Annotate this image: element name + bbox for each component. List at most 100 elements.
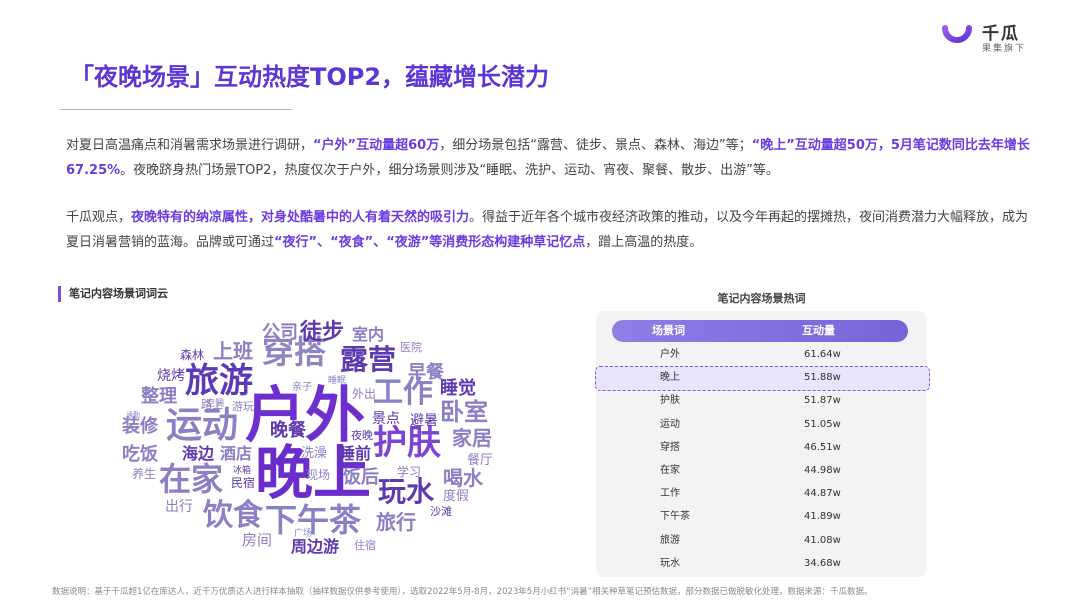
cloud-word: 旅行 (376, 510, 416, 534)
body-text: 千瓜观点， (66, 210, 132, 225)
cloud-word: 公司 (262, 322, 298, 343)
cell-scene-word: 玩水 (660, 557, 680, 569)
body-text: ，蹭上高温的热度。 (585, 235, 703, 250)
cloud-word: 避暑 (410, 413, 438, 429)
table-row: 工作 44.87w (596, 482, 927, 505)
paragraph-1: 对夏日高温痛点和消暑需求场景进行调研，“户外”互动量超60万，细分场景包括“露营… (66, 133, 1041, 183)
cloud-word: 餐厅 (467, 453, 494, 468)
table-row: 户外 61.64w (596, 343, 927, 366)
cell-scene-word: 护肤 (660, 395, 680, 407)
cloud-word: 装修 (122, 416, 158, 437)
cloud-word: 住宿 (354, 539, 376, 552)
brand-logo-mark-icon (942, 25, 972, 43)
highlight-text: “户外”互动量超60万 (313, 138, 440, 153)
body-text: 。夜晚跻身热门场景TOP2，热度仅次于户外，细分场景则涉及“睡眠、洗护、运动、宵… (120, 163, 779, 178)
cloud-word: 现场 (306, 468, 331, 482)
footnote: 数据说明：基于千瓜超1亿在库达人，近千万优质达人进行样本抽取（抽样数据仅供参考使… (52, 587, 873, 597)
cloud-word: 景点 (372, 411, 400, 427)
highlight-text: 夜晚特有的纳凉属性，对身处酷暑中的人有着天然的吸引力 (131, 210, 470, 225)
cloud-word: 在家 (159, 460, 224, 498)
table-row: 下午茶 41.89w (596, 505, 927, 528)
cell-interaction: 34.68w (804, 557, 841, 569)
cloud-word: 酒店 (220, 444, 253, 463)
title-divider (60, 109, 292, 110)
cloud-word: 游玩 (232, 400, 254, 413)
cloud-word: 家居 (452, 426, 492, 450)
cloud-word: 护肤 (373, 423, 441, 463)
cloud-word: 喝水 (443, 466, 483, 490)
cell-scene-word: 运动 (660, 418, 680, 430)
wordcloud-label: 笔记内容场景词词云 (58, 286, 168, 302)
cloud-word: 医院 (400, 341, 422, 354)
cloud-word: 冰箱 (233, 466, 252, 476)
cell-interaction: 41.08w (804, 534, 841, 546)
cloud-word: 饭后 (343, 467, 379, 488)
header-interaction: 互动量 (802, 324, 835, 337)
cloud-word: 卧室 (440, 398, 488, 426)
cell-scene-word: 晚上 (660, 372, 680, 384)
cloud-word: 露营 (340, 343, 397, 376)
cloud-word: 学习 (397, 465, 422, 479)
wordcloud: 户外 晚上 旅游 穿搭 露营 运动 工作 护肤 在家 饮食 下午茶 玩水 徒步 公司 室内 上班 森林 医院 烧烤早… (70, 316, 550, 578)
cloud-word: 洗澡 (301, 446, 328, 461)
cloud-word: 沙滩 (430, 505, 452, 518)
cloud-word: 养生 (132, 467, 157, 481)
body-text: 对夏日高温痛点和消暑需求场景进行调研， (66, 138, 314, 153)
table-row: 护肤 51.87w (596, 389, 927, 412)
hotword-table: 场景词 互动量 户外 61.64w 晚上 51.88w 护肤 51.87w 运动 51.05w… (595, 311, 930, 577)
cell-scene-word: 在家 (660, 464, 680, 476)
cloud-word: 下午茶 (265, 501, 362, 539)
header-scene-word: 场景词 (652, 324, 685, 337)
table-rows: 户外 61.64w 晚上 51.88w 护肤 51.87w 运动 51.05w 穿搭 46.51w… (595, 343, 930, 575)
table-row: 运动 51.05w (596, 413, 927, 436)
cloud-word: 周边游 (291, 537, 340, 556)
cloud-word: 夜晚 (351, 429, 373, 442)
cloud-word: 早餐 (408, 362, 444, 383)
cloud-word: 外出 (352, 387, 377, 401)
cloud-word: 亲子 (292, 382, 312, 393)
cloud-word: 徒步 (300, 320, 345, 345)
paragraph-2: 千瓜观点，夜晚特有的纳凉属性，对身处酷暑中的人有着天然的吸引力。得益于近年各个城… (66, 205, 1041, 255)
cloud-word: 出行 (165, 499, 193, 515)
table-row: 旅游 41.08w (596, 529, 927, 552)
page-title: 「夜晚场景」互动热度TOP2，蕴藏增长潜力 (70, 63, 550, 91)
cell-scene-word: 户外 (660, 349, 680, 360)
cell-interaction: 61.64w (804, 349, 841, 360)
cloud-word: 运动 (166, 405, 239, 446)
table-row: 晚上 51.88w (595, 366, 930, 392)
body-text: ，细分场景包括“露营、徒步、景点、森林、海边”等； (439, 138, 752, 153)
cell-interaction: 51.05w (804, 418, 841, 430)
cell-interaction: 46.51w (804, 441, 841, 453)
cloud-word: 森林 (180, 348, 205, 362)
cell-scene-word: 下午茶 (660, 511, 690, 523)
cloud-word: 睡眠 (328, 376, 347, 386)
cell-scene-word: 旅游 (660, 534, 680, 546)
cloud-word: 饮食 (203, 498, 263, 533)
table-row: 在家 44.98w (596, 459, 927, 482)
cloud-word: 吃饭 (122, 444, 158, 465)
cell-interaction: 44.98w (804, 464, 841, 476)
cell-scene-word: 穿搭 (660, 441, 680, 453)
cloud-word: 睡觉 (440, 378, 476, 399)
cloud-word: 房间 (242, 531, 273, 549)
cloud-word: 晚餐 (270, 420, 306, 441)
table-header: 场景词 互动量 (612, 320, 908, 342)
brand-logo: 千瓜 果集旗下 (940, 16, 1070, 56)
table-row: 玩水 34.68w (596, 552, 927, 575)
cell-interaction: 41.89w (804, 511, 841, 523)
cloud-word: 室内 (352, 325, 385, 344)
cloud-word: 整理 (141, 386, 177, 407)
brand-sub: 果集旗下 (982, 44, 1027, 54)
cloud-word: 通勤 (126, 411, 140, 419)
cloud-word: 旅游 (185, 361, 253, 401)
table-row: 穿搭 46.51w (596, 436, 927, 459)
table-title: 笔记内容场景热词 (717, 292, 806, 305)
cell-interaction: 51.87w (804, 395, 841, 407)
cloud-word: 上班 (213, 339, 253, 363)
cell-scene-word: 工作 (660, 488, 680, 500)
cloud-word: 玩水 (378, 475, 435, 508)
cloud-word: 广场 (294, 529, 313, 539)
cell-interaction: 44.87w (804, 488, 841, 500)
cloud-word: 睡前 (339, 444, 372, 463)
cell-interaction: 51.88w (804, 372, 841, 384)
